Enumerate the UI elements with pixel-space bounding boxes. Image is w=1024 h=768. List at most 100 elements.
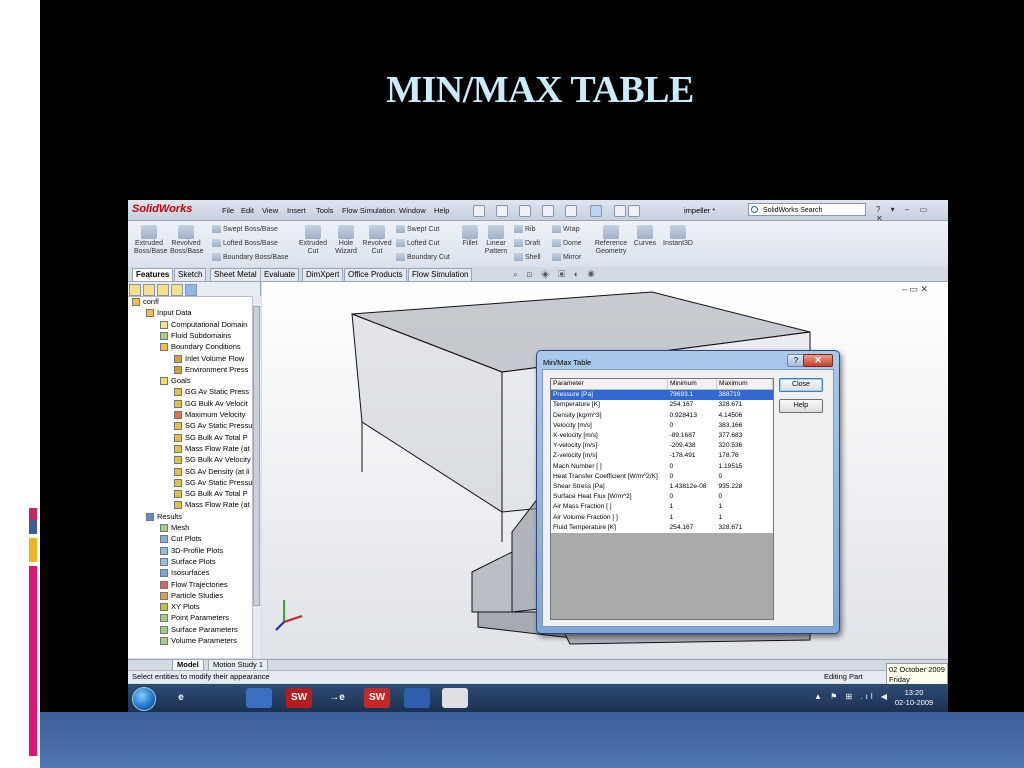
open-icon[interactable] (496, 205, 508, 217)
hole-wizard-button[interactable]: Hole Wizard (332, 223, 360, 256)
tree-item[interactable]: Surface Parameters (160, 624, 238, 635)
tree-item[interactable]: Boundary Conditions (160, 341, 241, 352)
table-row[interactable]: Y-velocity [m/s] -209.438 320.536 (551, 441, 773, 451)
table-row[interactable]: Air Volume Fraction [ ] 1 1 (551, 512, 773, 522)
tree-item[interactable]: Input Data (146, 307, 192, 318)
viewport-window-controls[interactable]: – ▭ ✕ (902, 284, 928, 295)
tree-scroll-thumb[interactable] (253, 306, 260, 606)
rebuild-icon[interactable] (614, 205, 626, 217)
feature-tree-tab-icon[interactable] (129, 284, 141, 296)
close-button[interactable]: Close (779, 378, 823, 392)
instant3d-button[interactable]: Instant3D (662, 223, 694, 248)
swept-boss-button[interactable]: Swept Boss/Base (212, 225, 278, 233)
tree-item[interactable]: Surface Plots (160, 556, 216, 567)
menu-tools[interactable]: Tools (316, 206, 334, 215)
column-header-parameter[interactable]: Parameter (551, 379, 668, 391)
tree-item[interactable]: Mass Flow Rate (at (174, 443, 250, 454)
flow-analysis-tab-icon[interactable] (185, 284, 197, 296)
table-row[interactable]: X-velocity [m/s] -89.1687 377.683 (551, 431, 773, 441)
new-document-icon[interactable] (473, 205, 485, 217)
tree-item[interactable]: Flow Trajectories (160, 579, 228, 590)
solidworks-icon[interactable]: SW (286, 688, 312, 708)
options-icon[interactable] (628, 205, 640, 217)
pattern-app-icon[interactable] (442, 688, 468, 708)
revolved-cut-button[interactable]: Revolved Cut (362, 223, 392, 256)
tree-item[interactable]: SG Bulk Av Total P (174, 432, 248, 443)
tree-item[interactable]: Inlet Volume Flow (174, 353, 244, 364)
boundary-boss-button[interactable]: Boundary Boss/Base (212, 253, 288, 261)
fillet-button[interactable]: Fillet (460, 223, 480, 248)
internet-explorer-icon[interactable]: e (168, 688, 194, 708)
tree-item[interactable]: Mass Flow Rate (at (174, 499, 250, 510)
tab-evaluate[interactable]: Evaluate (260, 268, 300, 281)
select-icon[interactable] (590, 205, 602, 217)
tree-item[interactable]: Point Parameters (160, 612, 229, 623)
tree-item[interactable]: XY Plots (160, 601, 200, 612)
boundary-cut-button[interactable]: Boundary Cut (396, 253, 450, 261)
lofted-boss-button[interactable]: Lofted Boss/Base (212, 239, 278, 247)
tree-item[interactable]: Maximum Velocity (174, 409, 245, 420)
table-row[interactable]: Z-velocity [m/s] -178.491 178.76 (551, 451, 773, 461)
tree-item[interactable]: Environment Press (174, 364, 248, 375)
solidworks-active-icon[interactable]: SW (364, 688, 390, 708)
help-button[interactable]: Help (779, 399, 823, 413)
tree-item[interactable]: SG Av Density (at li (174, 466, 249, 477)
tree-item[interactable]: SG Av Static Pressu (174, 420, 252, 431)
menu-flow-simulation[interactable]: Flow Simulation (342, 206, 395, 215)
linear-pattern-button[interactable]: Linear Pattern (482, 223, 510, 256)
menu-view[interactable]: View (262, 206, 278, 215)
table-row[interactable]: Heat Transfer Coefficient [W/m^2/K] 0 0 (551, 472, 773, 482)
tab-flow-simulation[interactable]: Flow Simulation (408, 268, 473, 281)
table-row[interactable]: Pressure [Pa] 79693.1 388719 (551, 389, 773, 401)
reference-geometry-button[interactable]: Reference Geometry (592, 223, 630, 256)
tree-item[interactable]: Volume Parameters (160, 635, 237, 646)
dome-button[interactable]: Dome (552, 239, 582, 247)
configuration-tab-icon[interactable] (157, 284, 169, 296)
table-row[interactable]: Temperature [K] 254.167 328.671 (551, 400, 773, 410)
undo-icon[interactable] (565, 205, 577, 217)
min-max-grid[interactable]: Parameter Minimum Maximum Pressure [Pa] 7… (550, 378, 774, 620)
table-row[interactable]: Air Mass Fraction [ ] 1 1 (551, 502, 773, 512)
tree-item[interactable]: Goals (160, 375, 191, 386)
wrap-button[interactable]: Wrap (552, 225, 580, 233)
start-button[interactable] (132, 687, 156, 711)
tree-item[interactable]: Particle Studies (160, 590, 223, 601)
tab-dimxpert[interactable]: DimXpert (302, 268, 344, 281)
tree-item[interactable]: GG Av Static Press (174, 386, 249, 397)
menu-insert[interactable]: Insert (287, 206, 306, 215)
tree-item[interactable]: Results (146, 511, 182, 522)
dialog-close-icon[interactable]: ✕ (803, 354, 833, 367)
tree-item[interactable]: Mesh (160, 522, 189, 533)
table-row[interactable]: Fluid Temperature [K] 254.167 328.671 (551, 523, 773, 533)
table-row[interactable]: Density [kg/m^3] 0.928413 4.14506 (551, 411, 773, 421)
print-icon[interactable] (542, 205, 554, 217)
property-tab-icon[interactable] (143, 284, 155, 296)
table-row[interactable]: Shear Stress [Pa] 1.43812e-08 935.228 (551, 482, 773, 492)
tab-office-products[interactable]: Office Products (344, 268, 407, 281)
dimxpert-tab-icon[interactable] (171, 284, 183, 296)
extruded-cut-button[interactable]: Extruded Cut (298, 223, 328, 256)
rib-button[interactable]: Rib (514, 225, 536, 233)
menu-file[interactable]: File (222, 206, 234, 215)
shell-button[interactable]: Shell (514, 253, 541, 261)
menu-help[interactable]: Help (434, 206, 449, 215)
tree-item[interactable]: confl (132, 296, 159, 307)
tab-sheet-metal[interactable]: Sheet Metal (210, 268, 261, 281)
menu-edit[interactable]: Edit (241, 206, 254, 215)
tab-features[interactable]: Features (132, 268, 174, 281)
explorer-folder-icon[interactable] (208, 688, 234, 708)
media-player-icon[interactable] (246, 688, 272, 708)
extruded-boss-button[interactable]: Extruded Boss/Base (134, 223, 167, 256)
tab-sketch[interactable]: Sketch (174, 268, 207, 281)
tree-item[interactable]: GG Bulk Av Velocit (174, 398, 248, 409)
revolved-boss-button[interactable]: Revolved Boss/Base (170, 223, 203, 256)
column-header-minimum[interactable]: Minimum (667, 379, 717, 391)
draft-button[interactable]: Draft (514, 239, 540, 247)
paint-icon[interactable] (404, 688, 430, 708)
tree-item[interactable]: SG Bulk Av Velocity (174, 454, 251, 465)
ie-arrow-icon[interactable]: →e (324, 688, 350, 708)
table-row[interactable]: Surface Heat Flux [W/m^2] 0 0 (551, 492, 773, 502)
column-header-maximum[interactable]: Maximum (716, 379, 773, 391)
tree-item[interactable]: 3D-Profile Plots (160, 545, 223, 556)
system-tray[interactable]: ▲ ⚑ ⊞ .ıl ◀ (814, 692, 890, 701)
